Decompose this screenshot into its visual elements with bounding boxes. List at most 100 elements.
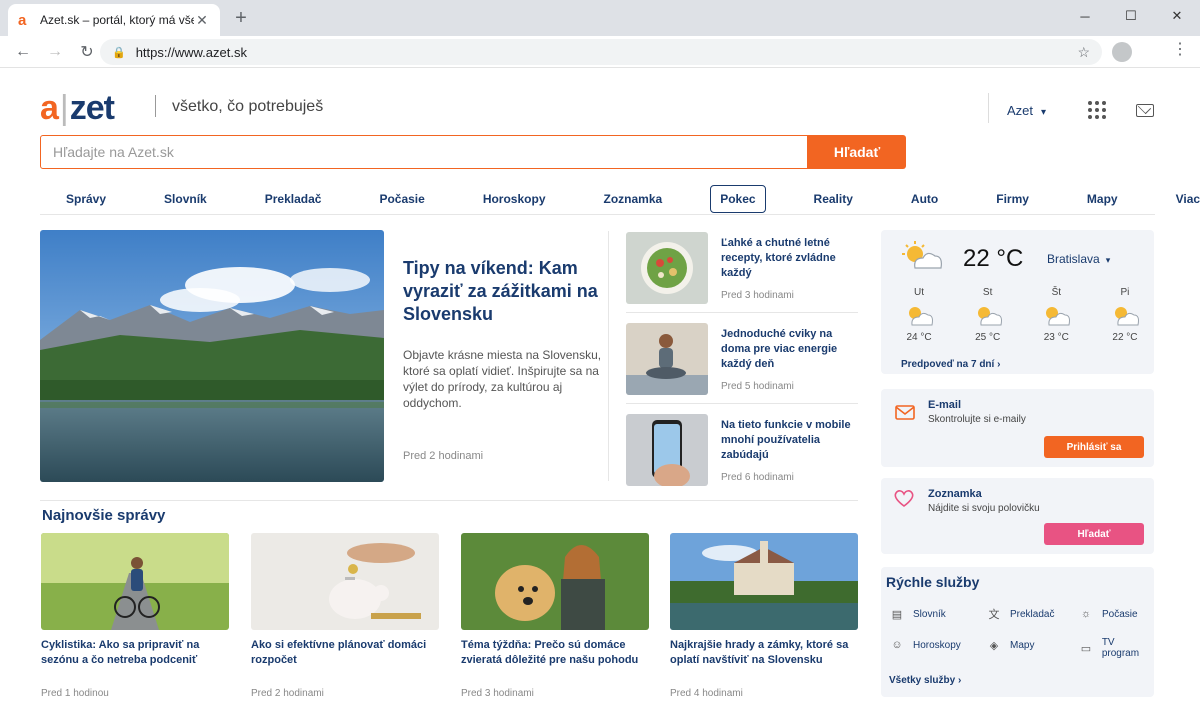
nav-item-pokec[interactable]: Pokec <box>710 185 766 213</box>
tv-icon: ▭ <box>1080 642 1092 655</box>
nav-item-spravy[interactable]: Správy <box>56 185 116 213</box>
side-article-title: Jednoduché cviky na doma pre viac energi… <box>721 328 838 370</box>
service-pocasie[interactable]: ☼ Počasie <box>1078 606 1138 622</box>
email-title: E-mail <box>928 399 962 411</box>
weather-widget[interactable]: 22 °C Bratislava ▾ Ut 24 °C St 25 °C Št 2… <box>881 230 1154 374</box>
logo-divider: | <box>59 89 69 127</box>
address-bar[interactable]: 🔒 https://www.azet.sk ☆ <box>100 39 1102 65</box>
service-label: TV program <box>1101 637 1140 659</box>
close-window-icon[interactable]: ✕ <box>1154 0 1200 32</box>
browser-tab-strip: a Azet.sk – portál, ktorý má všetko ✕ + … <box>0 0 1200 36</box>
forecast-day-name: Št <box>1051 287 1062 298</box>
apps-grid-icon[interactable] <box>1088 101 1107 119</box>
piggy-bank-image <box>251 533 439 630</box>
forecast-day-name: Ut <box>914 287 924 298</box>
page-content: a|zet všetko, čo potrebuješ Azet ▾ Hľadaj… <box>0 69 1200 720</box>
bookmark-star-icon[interactable]: ☆ <box>1077 44 1090 61</box>
partly-cloudy-icon <box>1041 302 1071 330</box>
side-article-title: Ľahké a chutné letné recepty, ktoré zvlá… <box>721 237 836 279</box>
side-divider <box>626 312 858 313</box>
side-article[interactable]: Jednoduché cviky na doma pre viac energi… <box>626 323 858 405</box>
latest-heading: Najnovšie správy <box>42 507 166 524</box>
all-services-label: Všetky služby <box>889 675 956 686</box>
profile-avatar-icon[interactable] <box>1112 42 1132 62</box>
account-label: Azet <box>1007 102 1034 118</box>
heart-icon <box>894 490 914 508</box>
back-icon[interactable]: ← <box>10 43 36 61</box>
service-mapy[interactable]: ◈ Mapy <box>986 637 1035 653</box>
account-menu[interactable]: Azet ▾ <box>1007 103 1046 118</box>
main-nav: Správy Slovník Prekladač Počasie Horosko… <box>40 184 1200 215</box>
nav-item-auto[interactable]: Auto <box>901 185 948 213</box>
service-label: Horoskopy <box>913 639 961 651</box>
window-controls: ─ ☐ ✕ <box>1062 0 1200 32</box>
current-temperature: 22 °C <box>963 245 1024 272</box>
chevron-right-icon: › <box>957 675 962 686</box>
email-widget: E-mail Skontrolujte si e-maily Prihlásiť… <box>881 389 1154 467</box>
side-divider <box>626 403 858 404</box>
forecast-day: Št 23 °C <box>1036 287 1076 343</box>
tab-title: Azet.sk – portál, ktorý má všetko <box>40 13 194 27</box>
service-horoskopy[interactable]: ☺ Horoskopy <box>889 637 961 653</box>
email-subtitle: Skontrolujte si e-maily <box>928 414 1026 425</box>
forward-icon[interactable]: → <box>42 43 68 61</box>
nav-item-viac[interactable]: Viac▾ <box>1166 185 1200 213</box>
side-article-time: Pred 5 hodinami <box>721 381 794 392</box>
nav-item-prekladac[interactable]: Prekladač <box>255 185 332 213</box>
partly-cloudy-icon <box>902 241 942 269</box>
tagline-divider <box>155 95 156 117</box>
nav-item-reality[interactable]: Reality <box>804 185 863 213</box>
forecast-day: St 25 °C <box>968 287 1008 343</box>
service-tv-program[interactable]: ▭ TV program <box>1078 637 1154 659</box>
reload-icon[interactable]: ↻ <box>74 42 100 62</box>
all-services-link[interactable]: Všetky služby › <box>889 675 961 686</box>
forecast-day-temp: 22 °C <box>1112 332 1138 343</box>
translate-icon: 文 <box>988 609 1000 621</box>
news-card-title: Najkrajšie hrady a zámky, ktoré sa oplat… <box>670 639 849 666</box>
close-tab-icon[interactable]: ✕ <box>194 12 210 29</box>
side-article-time: Pred 3 hodinami <box>721 290 794 301</box>
forecast-day-name: Pi <box>1120 287 1130 298</box>
browser-menu-icon[interactable]: ⋮ <box>1172 42 1188 58</box>
news-card[interactable]: Ako si efektívne plánovať domáci rozpoče… <box>251 533 439 699</box>
side-article[interactable]: Na tieto funkcie v mobile mnohí používat… <box>626 414 858 496</box>
news-card[interactable]: Najkrajšie hrady a zámky, ktoré sa oplat… <box>670 533 858 699</box>
side-article[interactable]: Ľahké a chutné letné recepty, ktoré zvlá… <box>626 232 858 314</box>
dating-search-button[interactable]: Hľadať <box>1044 523 1144 545</box>
city-label: Bratislava <box>1047 252 1100 266</box>
search-button[interactable]: Hľadať <box>808 135 906 169</box>
tagline: všetko, čo potrebuješ <box>172 98 324 115</box>
search-input[interactable]: Hľadajte na Azet.sk <box>40 135 808 169</box>
news-card-time: Pred 1 hodinou <box>41 688 109 699</box>
forecast-link[interactable]: Predpoveď na 7 dní › <box>901 359 1000 370</box>
new-tab-icon[interactable]: + <box>230 8 252 28</box>
login-button[interactable]: Prihlásiť sa <box>1044 436 1144 458</box>
azet-logo[interactable]: a|zet <box>40 89 115 128</box>
service-slovnik[interactable]: ▤ Slovník <box>889 606 946 622</box>
envelope-icon <box>895 405 915 420</box>
hero-image[interactable] <box>40 230 384 482</box>
news-card[interactable]: Téma týždňa: Prečo sú domáce zvieratá dô… <box>461 533 649 699</box>
hero-timestamp: Pred 2 hodinami <box>403 450 484 462</box>
nav-item-pocasie[interactable]: Počasie <box>369 185 434 213</box>
map-icon: ◈ <box>989 639 999 652</box>
minimize-icon[interactable]: ─ <box>1062 0 1108 32</box>
side-article-time: Pred 6 hodinami <box>721 472 794 483</box>
nav-item-zoznamka[interactable]: Zoznamka <box>594 185 673 213</box>
mail-icon[interactable] <box>1136 103 1155 117</box>
nav-item-horoskopy[interactable]: Horoskopy <box>473 185 556 213</box>
browser-tab[interactable]: a Azet.sk – portál, ktorý má všetko ✕ <box>8 4 220 36</box>
city-selector[interactable]: Bratislava ▾ <box>1047 252 1110 266</box>
maximize-icon[interactable]: ☐ <box>1108 0 1154 32</box>
service-prekladac[interactable]: 文 Prekladač <box>986 606 1055 622</box>
nav-item-slovnik[interactable]: Slovník <box>154 185 217 213</box>
hero-title[interactable]: Tipy na víkend: Kam vyraziť za zážitkami… <box>403 257 603 326</box>
nav-item-firmy[interactable]: Firmy <box>986 185 1039 213</box>
castle-image <box>670 533 858 630</box>
chevron-down-icon: ▾ <box>1041 106 1047 118</box>
forecast-day: Ut 24 °C <box>899 287 939 343</box>
horoscope-icon: ☺ <box>891 639 903 651</box>
nav-item-mapy[interactable]: Mapy <box>1077 185 1128 213</box>
cyclist-image <box>41 533 229 630</box>
news-card[interactable]: Cyklistika: Ako sa pripraviť na sezónu a… <box>41 533 229 699</box>
